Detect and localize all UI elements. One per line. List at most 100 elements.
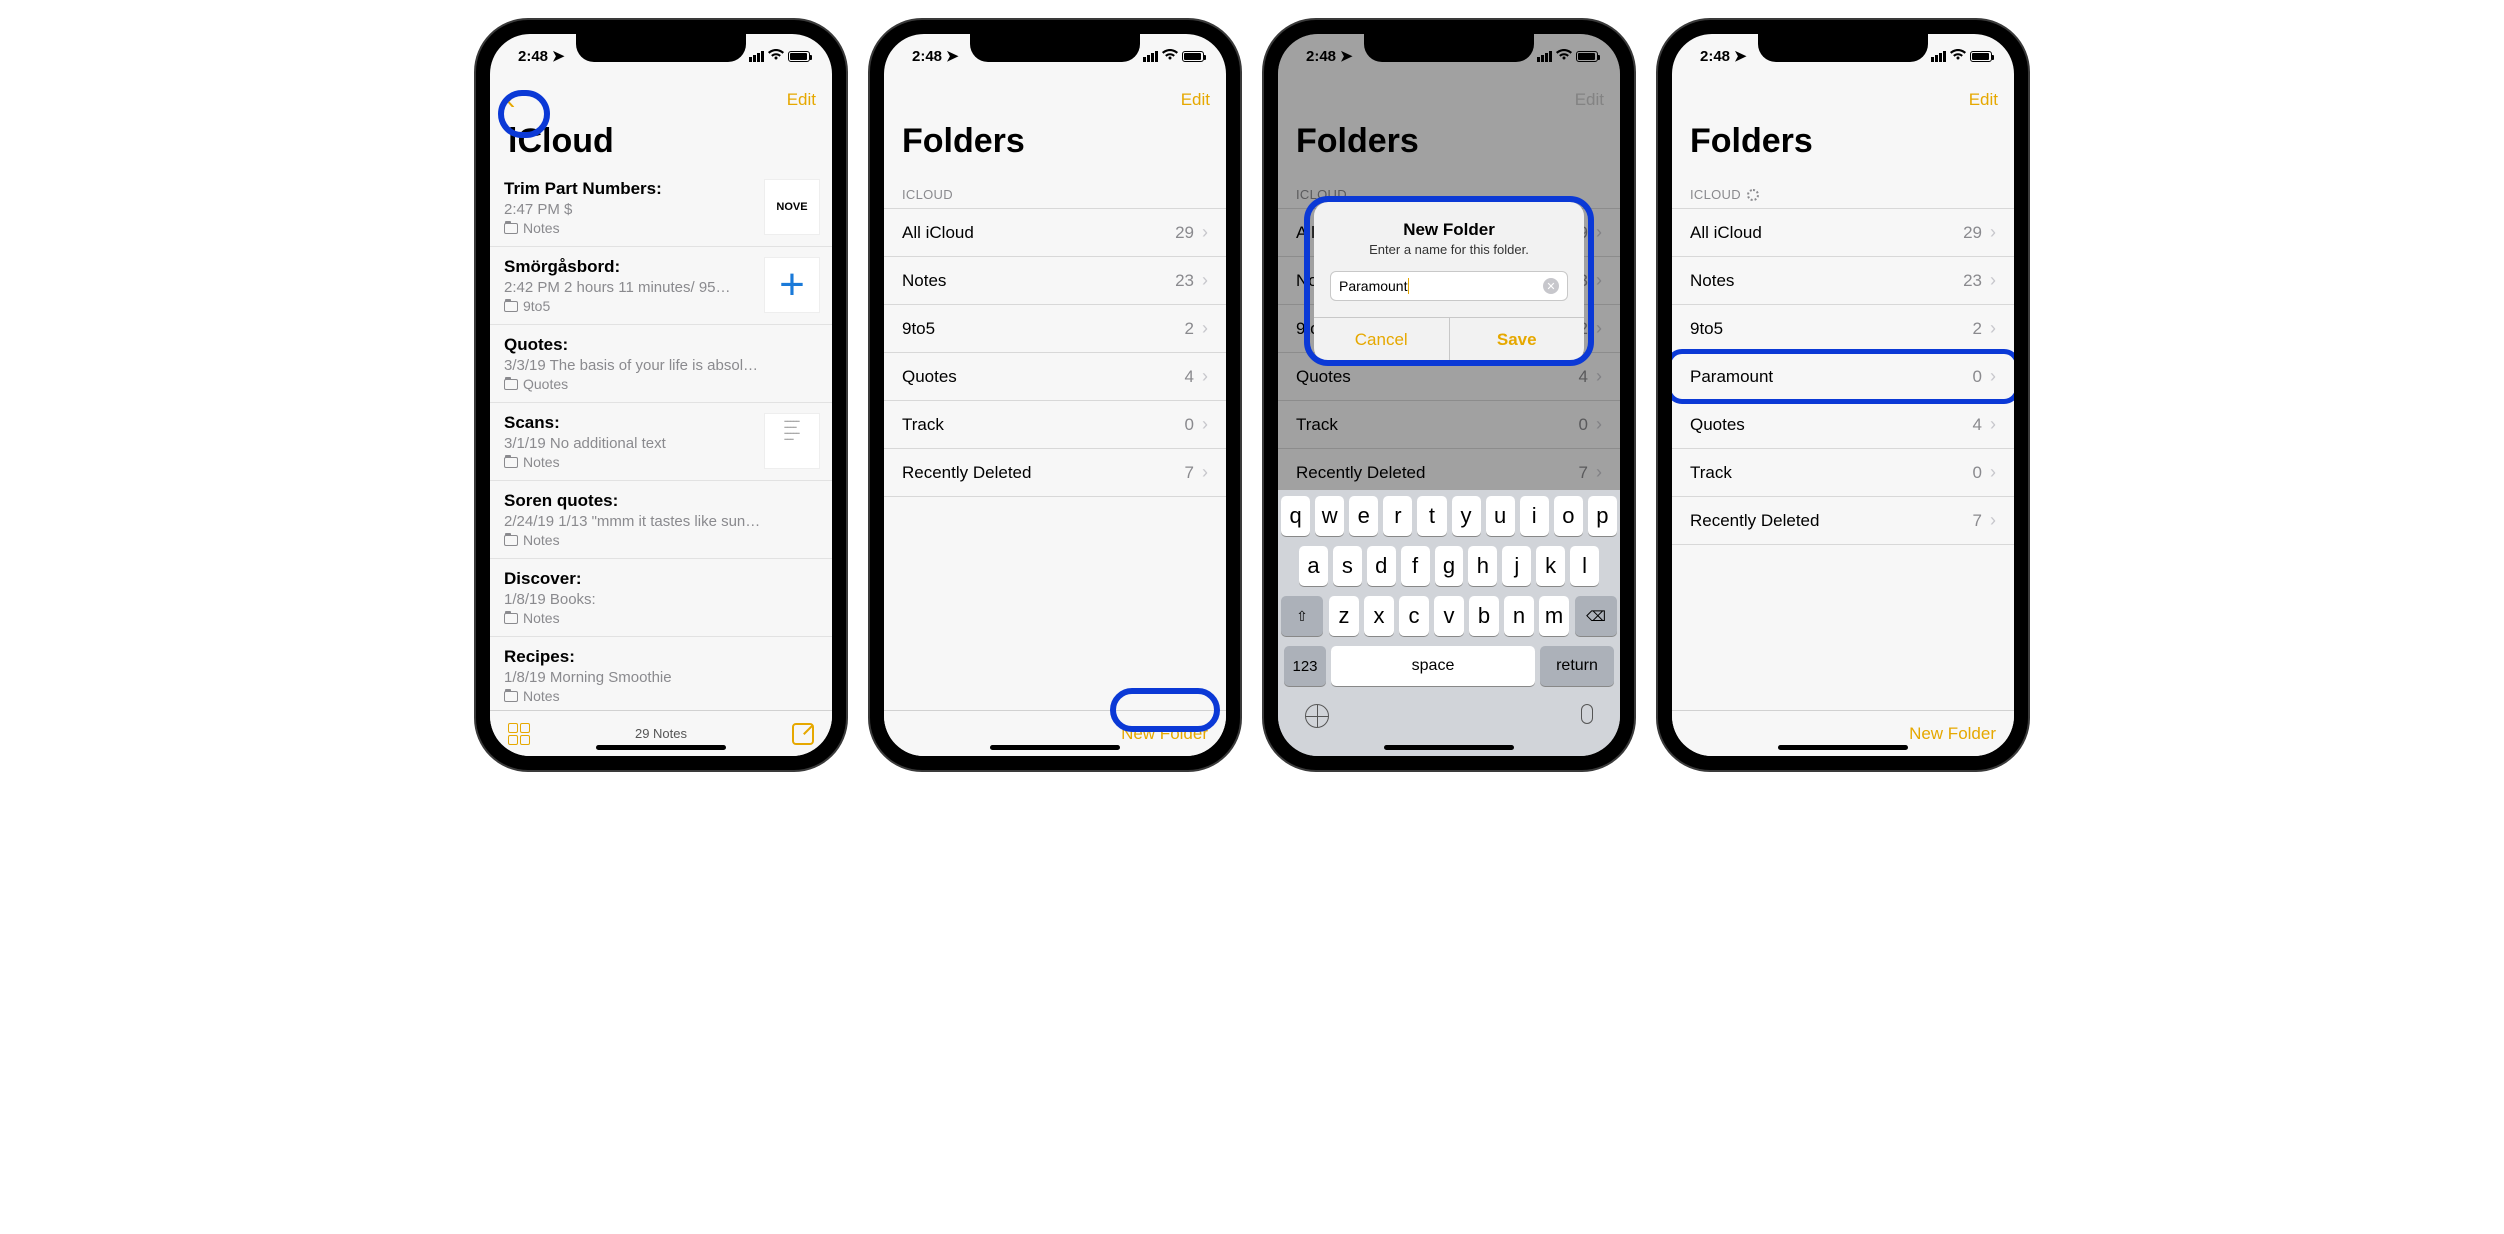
key-f[interactable]: f (1401, 546, 1430, 586)
key-p[interactable]: p (1588, 496, 1617, 536)
note-row[interactable]: Smörgåsbord: 2:42 PM 2 hours 11 minutes/… (490, 247, 832, 325)
notch (970, 34, 1140, 62)
key-g[interactable]: g (1435, 546, 1464, 586)
folder-list: All iCloud 29› Notes 23› 9to5 2› Quotes … (884, 208, 1226, 497)
key-v[interactable]: v (1434, 596, 1464, 636)
location-icon: ➤ (946, 47, 959, 65)
folder-row[interactable]: Recently Deleted 7› (1672, 497, 2014, 545)
folder-row[interactable]: 9to5 2› (884, 305, 1226, 353)
key-s[interactable]: s (1333, 546, 1362, 586)
key-i[interactable]: i (1520, 496, 1549, 536)
shift-key[interactable]: ⇧ (1281, 596, 1323, 636)
chevron-right-icon: › (1990, 510, 1996, 531)
home-indicator[interactable] (596, 745, 726, 750)
keyboard[interactable]: qwertyuiop asdfghjkl ⇧ zxcvbnm ⌫ 123 spa… (1278, 490, 1620, 756)
folder-row[interactable]: Recently Deleted 7› (884, 449, 1226, 497)
key-c[interactable]: c (1399, 596, 1429, 636)
folder-row[interactable]: All iCloud 29› (1672, 208, 2014, 257)
compose-icon[interactable] (792, 723, 814, 745)
mic-icon[interactable] (1581, 704, 1593, 724)
note-subtitle: 1/8/19 Morning Smoothie (504, 669, 764, 686)
folder-row[interactable]: Notes 23› (884, 257, 1226, 305)
back-button[interactable]: ‹ (506, 84, 536, 116)
key-u[interactable]: u (1486, 496, 1515, 536)
globe-icon[interactable] (1305, 704, 1329, 728)
key-r[interactable]: r (1383, 496, 1412, 536)
home-indicator[interactable] (1384, 745, 1514, 750)
folder-row[interactable]: Quotes 4› (1672, 401, 2014, 449)
gallery-view-icon[interactable] (508, 723, 530, 745)
note-thumbnail: + (764, 257, 820, 313)
folder-row[interactable]: Paramount 0› (1672, 353, 2014, 401)
folder-name-input[interactable]: Paramount ✕ (1330, 271, 1568, 301)
folder-name: All iCloud (902, 223, 974, 243)
note-subtitle: 2:42 PM 2 hours 11 minutes/ 95… (504, 279, 764, 296)
folder-row[interactable]: Notes 23› (1672, 257, 2014, 305)
clear-icon[interactable]: ✕ (1543, 278, 1559, 294)
note-row[interactable]: Recipes: 1/8/19 Morning Smoothie Notes (490, 637, 832, 710)
new-folder-button[interactable]: New Folder (1909, 724, 1996, 744)
note-row[interactable]: Trim Part Numbers: 2:47 PM $ NotesNOVE (490, 169, 832, 247)
space-key[interactable]: space (1331, 646, 1535, 686)
key-b[interactable]: b (1469, 596, 1499, 636)
edit-button[interactable]: Edit (787, 90, 816, 110)
home-indicator[interactable] (990, 745, 1120, 750)
key-l[interactable]: l (1570, 546, 1599, 586)
note-subtitle: 1/8/19 Books: (504, 591, 764, 608)
section-header: ICLOUD (884, 169, 1226, 208)
folder-count: 23 (1963, 271, 1982, 291)
key-y[interactable]: y (1452, 496, 1481, 536)
alert-title: New Folder (1314, 202, 1584, 242)
key-z[interactable]: z (1329, 596, 1359, 636)
folder-row[interactable]: Quotes 4› (884, 353, 1226, 401)
return-key[interactable]: return (1540, 646, 1614, 686)
folder-icon (504, 535, 518, 546)
key-w[interactable]: w (1315, 496, 1344, 536)
key-t[interactable]: t (1417, 496, 1446, 536)
note-row[interactable]: Quotes: 3/3/19 The basis of your life is… (490, 325, 832, 403)
home-indicator[interactable] (1778, 745, 1908, 750)
folder-name: Quotes (902, 367, 957, 387)
backspace-key[interactable]: ⌫ (1575, 596, 1617, 636)
numbers-key[interactable]: 123 (1284, 646, 1326, 686)
chevron-right-icon: › (1990, 222, 1996, 243)
key-m[interactable]: m (1539, 596, 1569, 636)
edit-button[interactable]: Edit (1969, 90, 1998, 110)
note-folder: Notes (504, 610, 818, 626)
key-j[interactable]: j (1502, 546, 1531, 586)
key-x[interactable]: x (1364, 596, 1394, 636)
key-d[interactable]: d (1367, 546, 1396, 586)
page-title: Folders (1672, 122, 2014, 169)
cancel-button[interactable]: Cancel (1314, 318, 1449, 362)
save-button[interactable]: Save (1449, 318, 1585, 362)
nav-bar: Edit (884, 78, 1226, 122)
folder-count: 7 (1185, 463, 1194, 483)
edit-button[interactable]: Edit (1181, 90, 1210, 110)
key-a[interactable]: a (1299, 546, 1328, 586)
input-value: Paramount (1339, 278, 1409, 294)
note-row[interactable]: Discover: 1/8/19 Books: Notes (490, 559, 832, 637)
key-o[interactable]: o (1554, 496, 1583, 536)
notch (1364, 34, 1534, 62)
folder-row[interactable]: Track 0› (884, 401, 1226, 449)
note-row[interactable]: Scans: 3/1/19 No additional text Notes━━… (490, 403, 832, 481)
folder-row[interactable]: Track 0› (1672, 449, 2014, 497)
new-folder-button[interactable]: New Folder (1121, 724, 1208, 744)
key-n[interactable]: n (1504, 596, 1534, 636)
folder-count: 29 (1175, 223, 1194, 243)
note-row[interactable]: Soren quotes: 2/24/19 1/13 "mmm it taste… (490, 481, 832, 559)
key-e[interactable]: e (1349, 496, 1378, 536)
folder-icon (504, 613, 518, 624)
key-q[interactable]: q (1281, 496, 1310, 536)
folder-count: 0 (1973, 463, 1982, 483)
folder-icon (504, 301, 518, 312)
chevron-right-icon: › (1202, 270, 1208, 291)
folder-row[interactable]: All iCloud 29› (884, 208, 1226, 257)
notes-list[interactable]: Trim Part Numbers: 2:47 PM $ NotesNOVESm… (490, 169, 832, 710)
folder-name: Quotes (1690, 415, 1745, 435)
key-k[interactable]: k (1536, 546, 1565, 586)
folder-row[interactable]: 9to5 2› (1672, 305, 2014, 353)
key-h[interactable]: h (1468, 546, 1497, 586)
note-folder: Notes (504, 688, 818, 704)
note-title: Quotes: (504, 335, 818, 355)
